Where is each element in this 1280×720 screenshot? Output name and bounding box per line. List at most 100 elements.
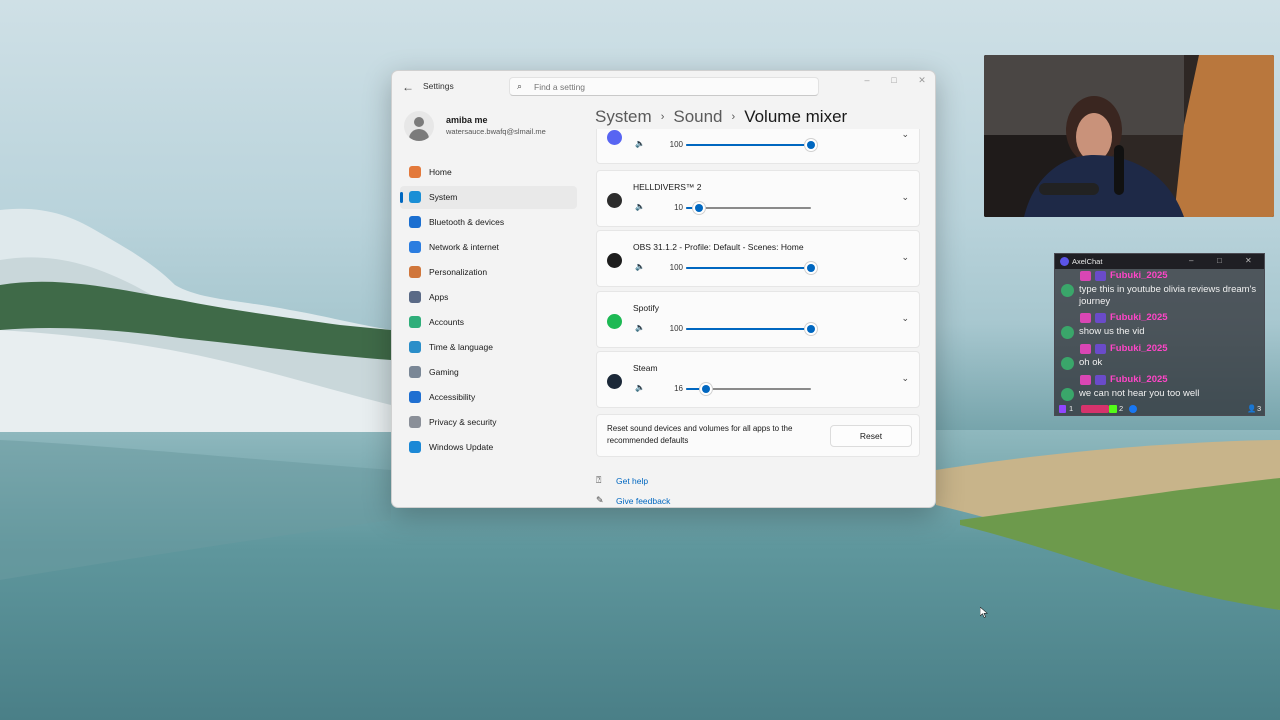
volume-slider-thumb[interactable] — [807, 264, 815, 272]
chat-message-text: show us the vid — [1079, 326, 1145, 337]
accessibility-icon — [409, 391, 421, 403]
minimize-button[interactable]: – — [855, 75, 879, 85]
sidebar-item-gaming[interactable]: Gaming — [400, 361, 577, 384]
volume-slider[interactable] — [686, 385, 811, 393]
user-profile[interactable]: amiba me watersauce.bwafq@slmail.me — [404, 111, 594, 143]
viewer-count: 3 — [1257, 404, 1262, 413]
chat-username: Fubuki_2025 — [1110, 343, 1168, 354]
accounts-icon — [409, 316, 421, 328]
bluetooth-icon — [409, 216, 421, 228]
help-icon: ⍰ — [596, 475, 602, 485]
sidebar-item-accounts[interactable]: Accounts — [400, 311, 577, 334]
search-input[interactable] — [534, 80, 804, 93]
sidebar-item-time-language[interactable]: Time & language — [400, 336, 577, 359]
apps-icon — [409, 291, 421, 303]
heart-badge-icon — [1080, 313, 1091, 323]
app-volume-card: Steam 🔈 16 ⌄ — [596, 351, 920, 408]
volume-slider[interactable] — [686, 141, 815, 149]
close-button[interactable]: ✕ — [910, 75, 934, 86]
chat-message-text: type this in youtube olivia reviews drea… — [1079, 284, 1257, 307]
gamepad-icon — [409, 366, 421, 378]
chat-close-button[interactable]: ✕ — [1245, 256, 1252, 265]
sidebar-item-system[interactable]: System — [400, 186, 577, 209]
chevron-right-icon: › — [660, 111, 665, 123]
sidebar-nav: Home System Bluetooth & devices Network & i… — [400, 161, 577, 461]
speaker-icon[interactable]: 🔈 — [635, 262, 645, 271]
volume-slider-thumb[interactable] — [694, 204, 703, 212]
search-box[interactable]: ⌕ — [509, 77, 819, 96]
heart-badge-icon — [1080, 344, 1091, 354]
heart-badge-icon — [1080, 271, 1091, 281]
twitch-icon — [1059, 405, 1066, 413]
search-icon: ⌕ — [517, 81, 523, 91]
app-volume-card: 🔈 100 ⌄ — [596, 129, 920, 164]
user-badge-icon — [1095, 313, 1106, 323]
profile-name: amiba me — [446, 115, 488, 125]
sidebar-item-network-internet[interactable]: Network & internet — [400, 236, 577, 259]
page-title: Volume mixer — [744, 107, 848, 126]
volume-slider[interactable] — [686, 264, 815, 272]
chevron-down-icon[interactable]: ⌄ — [901, 129, 909, 140]
app-name: HELLDIVERS™ 2 — [633, 182, 702, 192]
sidebar-item-privacy-security[interactable]: Privacy & security — [400, 411, 577, 434]
chevron-down-icon[interactable]: ⌄ — [901, 313, 909, 324]
breadcrumb-sound[interactable]: Sound — [673, 107, 722, 126]
chevron-right-icon: › — [731, 111, 736, 123]
chat-maximize-button[interactable]: □ — [1217, 256, 1222, 265]
sidebar-item-bluetooth-devices[interactable]: Bluetooth & devices — [400, 211, 577, 234]
user-badge-icon — [1095, 271, 1106, 281]
chat-avatar — [1061, 357, 1074, 370]
chevron-down-icon[interactable]: ⌄ — [901, 373, 909, 384]
kick-icon — [1109, 405, 1117, 413]
speaker-icon[interactable]: 🔈 — [635, 139, 645, 148]
speaker-icon[interactable]: 🔈 — [635, 323, 645, 332]
sidebar-item-apps[interactable]: Apps — [400, 286, 577, 309]
shield-icon — [409, 416, 421, 428]
reset-button[interactable]: Reset — [830, 425, 912, 447]
breadcrumb: System › Sound › Volume mixer — [595, 107, 847, 131]
chat-message-text: oh ok — [1079, 357, 1103, 368]
app-title: Settings — [423, 81, 454, 91]
sidebar-item-label: Network & internet — [429, 242, 499, 252]
facebook-icon — [1129, 405, 1137, 413]
sidebar-item-label: Windows Update — [429, 442, 494, 452]
maximize-button[interactable]: □ — [882, 75, 906, 85]
chat-avatar — [1061, 388, 1074, 401]
user-badge-icon — [1095, 344, 1106, 354]
settings-window: ← Settings ⌕ – □ ✕ amiba me watersauce.b… — [391, 70, 936, 508]
volume-slider-thumb[interactable] — [807, 325, 815, 333]
speaker-icon[interactable]: 🔈 — [635, 202, 645, 211]
chevron-down-icon[interactable]: ⌄ — [901, 252, 909, 263]
webcam-overlay — [984, 55, 1274, 217]
obs-icon — [607, 253, 622, 268]
volume-slider[interactable] — [686, 204, 811, 212]
sidebar-item-windows-update[interactable]: Windows Update — [400, 436, 577, 459]
chat-minimize-button[interactable]: – — [1189, 256, 1193, 265]
volume-slider-thumb[interactable] — [807, 141, 815, 149]
sidebar-item-label: Apps — [429, 292, 449, 302]
app-name: OBS 31.1.2 - Profile: Default - Scenes: … — [633, 242, 804, 252]
volume-slider-thumb[interactable] — [702, 385, 710, 393]
app-name: Steam — [633, 363, 658, 373]
brush-icon — [409, 266, 421, 278]
chat-username: Fubuki_2025 — [1110, 374, 1168, 385]
breadcrumb-system[interactable]: System — [595, 107, 652, 126]
chat-title: AxelChat — [1072, 257, 1103, 266]
back-arrow-icon[interactable]: ← — [400, 79, 416, 95]
sidebar-item-home[interactable]: Home — [400, 161, 577, 184]
twitch-count: 1 — [1069, 404, 1074, 413]
sidebar-item-label: Home — [429, 167, 452, 177]
chat-footer: 1 2 👤 3 — [1059, 404, 1262, 416]
heart-badge-icon — [1080, 375, 1091, 385]
sidebar-item-personalization[interactable]: Personalization — [400, 261, 577, 284]
spotify-icon — [607, 314, 622, 329]
chevron-down-icon[interactable]: ⌄ — [901, 192, 909, 203]
viewers-icon: 👤 — [1247, 404, 1257, 413]
volume-slider[interactable] — [686, 325, 815, 333]
chat-avatar — [1061, 326, 1074, 339]
chat-title-bar: AxelChat – □ ✕ — [1055, 254, 1264, 269]
sidebar-item-accessibility[interactable]: Accessibility — [400, 386, 577, 409]
speaker-icon[interactable]: 🔈 — [635, 383, 645, 392]
sidebar-item-label: System — [429, 192, 458, 202]
sidebar-item-label: Bluetooth & devices — [429, 217, 505, 227]
